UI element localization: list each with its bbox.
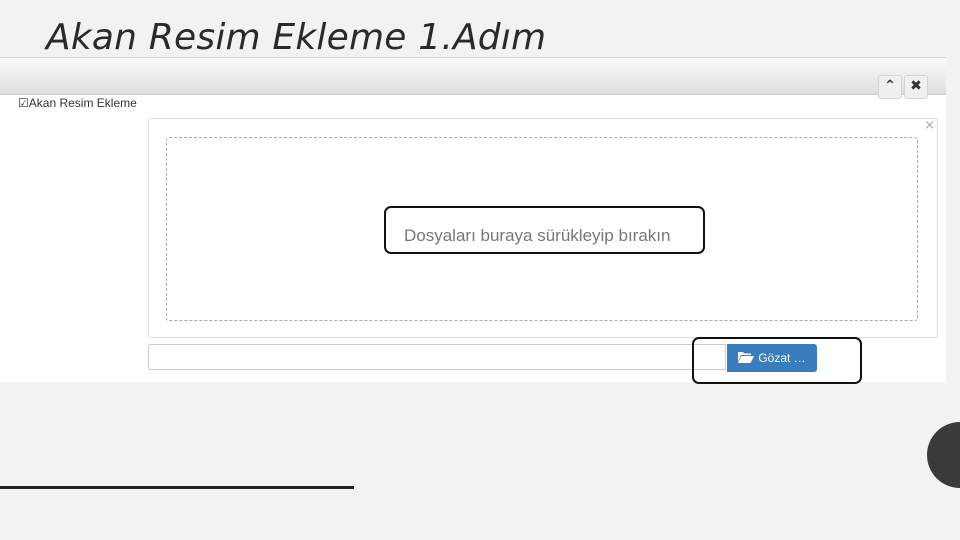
chevron-up-icon[interactable]: ⌃: [878, 75, 902, 99]
drop-zone-highlight: [384, 206, 705, 254]
widget-title: ☑Akan Resim Ekleme: [18, 96, 137, 110]
widget-title-label: Akan Resim Ekleme: [28, 96, 137, 110]
filename-input[interactable]: [148, 344, 726, 370]
browse-button-highlight: [692, 337, 862, 384]
edit-icon: ☑: [18, 96, 29, 110]
slide-title: Akan Resim Ekleme 1.Adım: [46, 17, 547, 58]
close-icon[interactable]: ✖: [904, 75, 928, 99]
close-icon[interactable]: ×: [924, 118, 935, 133]
decorative-bar: [0, 486, 354, 489]
panel-header: ⌃ ✖: [0, 58, 946, 99]
decorative-circle: [927, 422, 960, 488]
